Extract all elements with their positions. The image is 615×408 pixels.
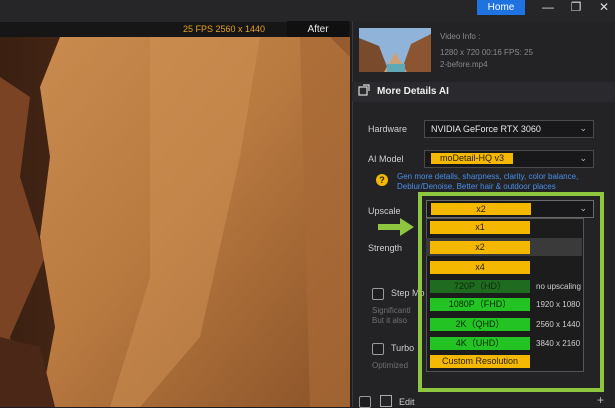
section-title: More Details AI	[377, 86, 449, 97]
ai-model-select[interactable]: moDetail-HQ v3 ⌄	[424, 150, 594, 168]
turbo-desc: Optimized	[372, 361, 409, 370]
ai-model-value: moDetail-HQ v3	[431, 153, 513, 164]
video-info-title: Video Info :	[440, 32, 481, 41]
ai-model-label: AI Model	[368, 154, 404, 164]
fps-resolution-readout: 25 FPS 2560 x 1440	[183, 24, 266, 34]
arrow-right-icon	[378, 218, 414, 236]
strength-label: Strength	[368, 243, 403, 253]
ai-model-hint-line1: Gen more details, sharpness, clarity, co…	[397, 172, 579, 181]
ai-model-hint-line2: Deblur/Denoise. Better hair & outdoor pl…	[397, 182, 556, 191]
home-button[interactable]: Home	[477, 0, 525, 15]
video-info-details: 1280 x 720 00:16 FPS: 25	[440, 48, 533, 57]
compare-icon	[358, 84, 370, 96]
after-label: After	[287, 21, 349, 38]
step-mode-desc2: But it also	[372, 316, 408, 325]
highlight-box	[418, 192, 604, 392]
restore-icon[interactable]: ❐	[566, 0, 586, 15]
upscale-label: Upscale	[368, 206, 401, 216]
hardware-label: Hardware	[368, 124, 408, 134]
video-thumbnail	[359, 28, 431, 72]
step-mode-checkbox[interactable]	[372, 288, 384, 300]
video-preview-image[interactable]	[0, 37, 350, 407]
turbo-label: Turbo	[391, 343, 415, 353]
chevron-down-icon: ⌄	[579, 153, 587, 163]
edit-icon	[380, 395, 392, 407]
minimize-icon[interactable]: —	[538, 0, 558, 15]
add-icon[interactable]: +	[597, 393, 604, 407]
turbo-checkbox[interactable]	[372, 343, 384, 355]
help-icon[interactable]: ?	[376, 174, 388, 186]
edit-label: Edit	[399, 397, 415, 407]
step-mode-desc1: Significantl	[372, 306, 411, 315]
video-info-filename: 2-before.mp4	[440, 60, 488, 69]
hardware-select[interactable]: NVIDIA GeForce RTX 3060 ⌄	[424, 120, 594, 138]
edit-checkbox[interactable]	[359, 396, 371, 408]
chevron-down-icon: ⌄	[579, 123, 587, 133]
hardware-value: NVIDIA GeForce RTX 3060	[431, 124, 541, 134]
close-icon[interactable]: ✕	[594, 0, 614, 15]
